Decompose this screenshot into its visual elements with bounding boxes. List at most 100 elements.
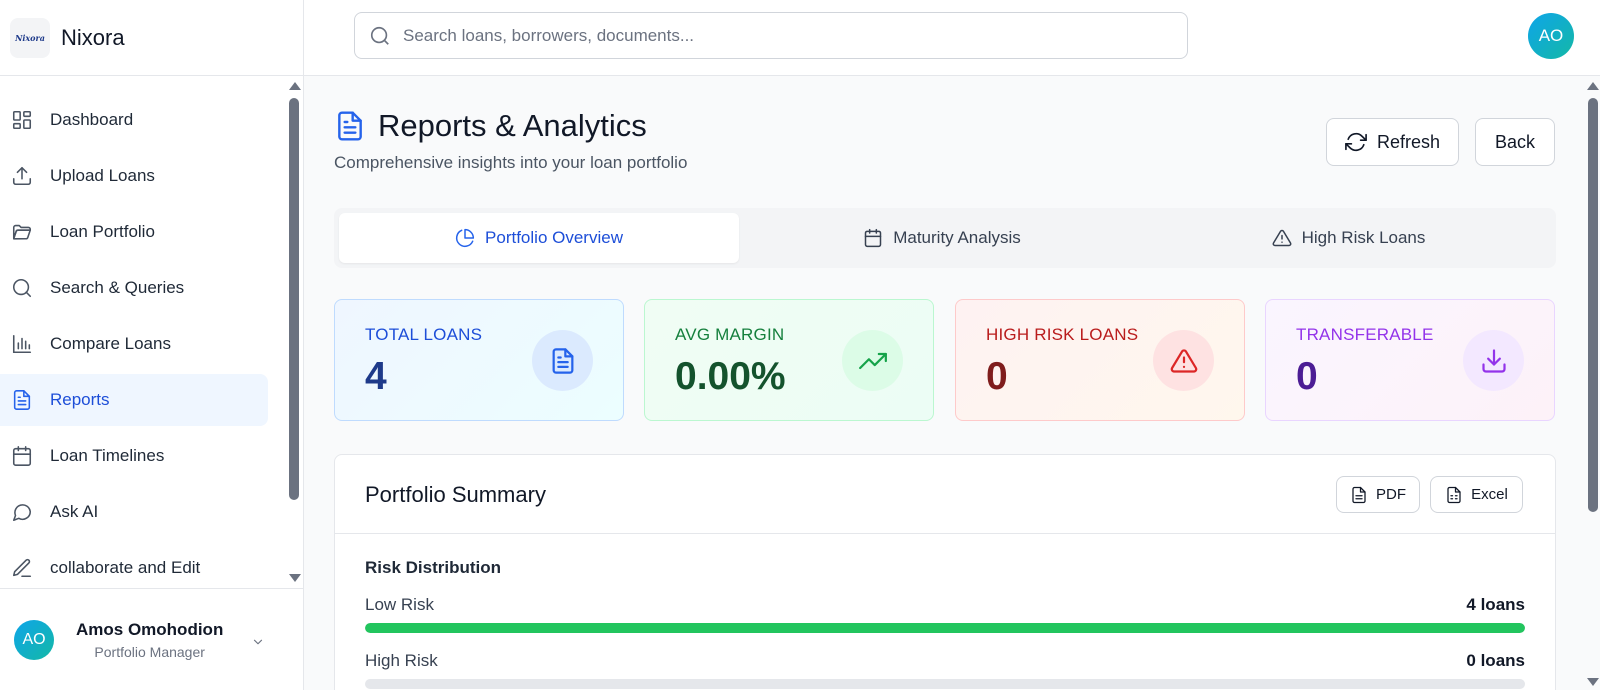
sidebar-item-label: Compare Loans bbox=[50, 334, 171, 353]
export-pdf-button[interactable]: PDF bbox=[1336, 476, 1420, 513]
user-role: Portfolio Manager bbox=[94, 643, 205, 660]
tab-maturity-analysis[interactable]: Maturity Analysis bbox=[742, 213, 1142, 263]
refresh-icon bbox=[1345, 132, 1367, 152]
stat-value: 0 bbox=[986, 355, 1008, 398]
sidebar-item-label: collaborate and Edit bbox=[50, 558, 201, 577]
refresh-button[interactable]: Refresh bbox=[1326, 118, 1459, 166]
document-icon bbox=[1352, 486, 1366, 503]
search-bar[interactable] bbox=[354, 12, 1188, 59]
calendar-icon bbox=[10, 444, 34, 468]
risk-row-high: High Risk 0 loans bbox=[365, 651, 1525, 689]
scroll-up-arrow-icon[interactable] bbox=[289, 82, 301, 90]
document-icon bbox=[10, 388, 34, 412]
stat-label: TOTAL LOANS bbox=[365, 325, 483, 344]
risk-distribution-title: Risk Distribution bbox=[365, 558, 502, 577]
back-label: Back bbox=[1494, 131, 1536, 152]
sidebar-item-label: Upload Loans bbox=[50, 166, 155, 185]
sidebar-item-ask-ai[interactable]: Ask AI bbox=[0, 486, 268, 538]
brand-name: Nixora bbox=[61, 24, 125, 50]
stat-card-high-risk-loans: HIGH RISK LOANS 0 bbox=[955, 299, 1245, 421]
risk-count: 4 loans bbox=[1466, 595, 1525, 614]
sidebar-item-reports[interactable]: Reports bbox=[0, 374, 268, 426]
logo-text: Nixora bbox=[15, 32, 45, 43]
sidebar-item-label: Reports bbox=[50, 390, 110, 409]
brand: Nixora Nixora bbox=[0, 0, 303, 76]
folder-icon bbox=[10, 220, 34, 244]
pencil-icon bbox=[10, 556, 34, 580]
stat-label: AVG MARGIN bbox=[675, 325, 785, 344]
calendar-icon bbox=[864, 228, 882, 248]
sidebar: Nixora Nixora Dashboard Upload Loans Loa… bbox=[0, 0, 304, 690]
tab-label: Maturity Analysis bbox=[893, 228, 1021, 247]
page-subtitle: Comprehensive insights into your loan po… bbox=[334, 153, 688, 172]
scrollbar-thumb[interactable] bbox=[1588, 98, 1598, 512]
grid-icon bbox=[10, 108, 34, 132]
main-content: Reports & Analytics Comprehensive insigh… bbox=[304, 76, 1600, 690]
sidebar-item-label: Search & Queries bbox=[50, 278, 185, 297]
refresh-label: Refresh bbox=[1376, 131, 1441, 152]
risk-progress-bar bbox=[365, 679, 1525, 689]
stat-card-transferable: TRANSFERABLE 0 bbox=[1265, 299, 1555, 421]
stat-value: 0.00% bbox=[675, 355, 786, 398]
avatar[interactable]: AO bbox=[1528, 13, 1574, 59]
report-tabs: Portfolio Overview Maturity Analysis Hig… bbox=[334, 208, 1556, 268]
page-header: Reports & Analytics bbox=[334, 108, 647, 144]
top-bar: AO bbox=[304, 0, 1600, 76]
sidebar-nav: Dashboard Upload Loans Loan Portfolio Se… bbox=[0, 94, 284, 598]
search-input[interactable] bbox=[403, 25, 1163, 46]
scrollbar-thumb[interactable] bbox=[289, 98, 299, 500]
tab-label: Portfolio Overview bbox=[485, 228, 623, 247]
sidebar-item-dashboard[interactable]: Dashboard bbox=[0, 94, 268, 146]
sidebar-item-loan-portfolio[interactable]: Loan Portfolio bbox=[0, 206, 268, 258]
trending-up-icon bbox=[842, 330, 903, 391]
sidebar-item-label: Loan Portfolio bbox=[50, 222, 155, 241]
tab-portfolio-overview[interactable]: Portfolio Overview bbox=[339, 213, 739, 263]
sidebar-item-upload-loans[interactable]: Upload Loans bbox=[0, 150, 268, 202]
user-profile[interactable]: AO Amos Omohodion Portfolio Manager bbox=[0, 588, 303, 690]
stat-card-total-loans: TOTAL LOANS 4 bbox=[334, 299, 624, 421]
stat-value: 4 bbox=[365, 355, 387, 398]
stat-label: TRANSFERABLE bbox=[1296, 325, 1434, 344]
document-icon bbox=[338, 111, 362, 141]
sidebar-item-search-queries[interactable]: Search & Queries bbox=[0, 262, 268, 314]
main-scrollbar[interactable] bbox=[1586, 76, 1600, 690]
sidebar-item-compare-loans[interactable]: Compare Loans bbox=[0, 318, 268, 370]
sidebar-item-label: Ask AI bbox=[50, 502, 99, 521]
sidebar-item-loan-timelines[interactable]: Loan Timelines bbox=[0, 430, 268, 482]
user-info: Amos Omohodion Portfolio Manager bbox=[76, 620, 223, 660]
risk-progress-bar bbox=[365, 623, 1525, 633]
summary-header: Portfolio Summary PDF Excel bbox=[335, 455, 1555, 534]
sidebar-scrollbar[interactable] bbox=[288, 80, 301, 584]
stat-label: HIGH RISK LOANS bbox=[986, 325, 1139, 344]
scroll-up-arrow-icon[interactable] bbox=[1587, 82, 1599, 90]
scroll-down-arrow-icon[interactable] bbox=[1587, 678, 1599, 686]
chat-bubble-icon bbox=[10, 500, 34, 524]
back-button[interactable]: Back bbox=[1475, 118, 1555, 166]
stat-card-avg-margin: AVG MARGIN 0.00% bbox=[644, 299, 934, 421]
export-excel-button[interactable]: Excel bbox=[1430, 476, 1523, 513]
sidebar-item-collaborate-edit[interactable]: collaborate and Edit bbox=[0, 542, 268, 594]
tab-label: High Risk Loans bbox=[1301, 228, 1426, 247]
sidebar-item-label: Loan Timelines bbox=[50, 446, 165, 465]
page-title: Reports & Analytics bbox=[378, 108, 647, 143]
spreadsheet-icon bbox=[1447, 486, 1461, 503]
risk-count: 0 loans bbox=[1466, 651, 1525, 670]
chevron-down-icon[interactable] bbox=[251, 635, 265, 649]
stat-value: 0 bbox=[1296, 355, 1318, 398]
upload-icon bbox=[10, 164, 34, 188]
download-icon bbox=[1463, 330, 1524, 391]
avatar[interactable]: AO bbox=[14, 619, 54, 660]
tab-high-risk-loans[interactable]: High Risk Loans bbox=[1146, 213, 1551, 263]
brand-logo[interactable]: Nixora bbox=[10, 17, 50, 58]
summary-title: Portfolio Summary bbox=[365, 482, 546, 507]
risk-label: High Risk bbox=[365, 651, 438, 670]
user-name: Amos Omohodion bbox=[76, 619, 224, 639]
search-icon bbox=[370, 26, 389, 45]
risk-label: Low Risk bbox=[365, 595, 434, 614]
risk-row-low: Low Risk 4 loans bbox=[365, 595, 1525, 633]
pdf-label: PDF bbox=[1376, 486, 1406, 503]
sidebar-item-label: Dashboard bbox=[50, 110, 134, 129]
excel-label: Excel bbox=[1471, 486, 1508, 503]
scroll-down-arrow-icon[interactable] bbox=[289, 574, 301, 582]
portfolio-summary-card: Portfolio Summary PDF Excel Risk Distrib… bbox=[334, 454, 1556, 690]
